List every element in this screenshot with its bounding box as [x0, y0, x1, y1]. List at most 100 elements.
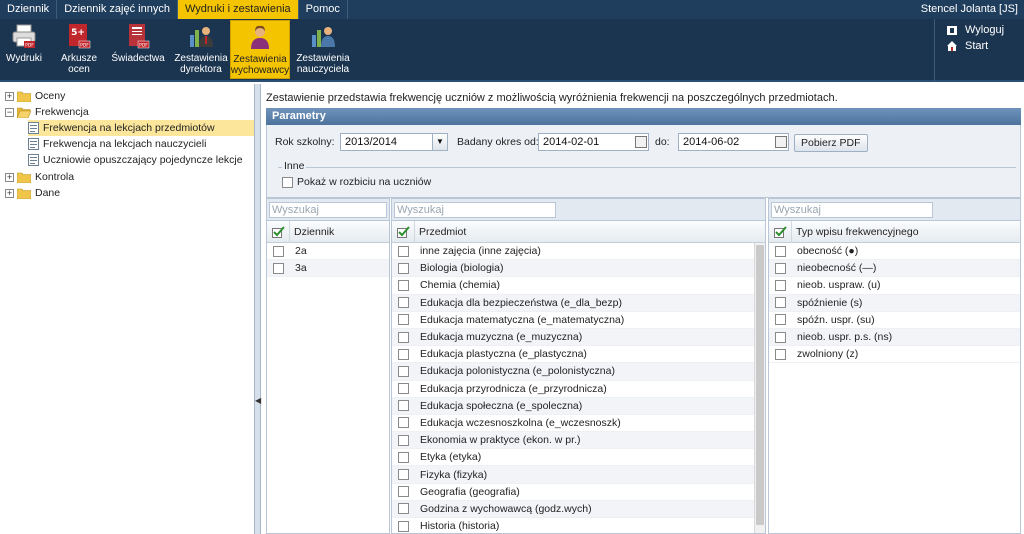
typ-column-header[interactable]: Typ wpisu frekwencyjnego — [791, 220, 919, 243]
select-all-checkbox[interactable] — [392, 225, 414, 238]
przedmiot-column-header[interactable]: Przedmiot — [414, 220, 466, 243]
row-checkbox[interactable] — [397, 486, 409, 498]
rok-szkolny-select[interactable]: 2013/2014 ▼ — [340, 133, 448, 151]
panel-splitter[interactable]: ◀ — [255, 84, 261, 534]
expand-icon[interactable]: + — [5, 188, 14, 198]
select-all-checkbox[interactable] — [267, 225, 289, 238]
wydruki-button[interactable]: PDF Wydruki — [3, 20, 45, 79]
table-row[interactable]: nieob. uspraw. (u) — [769, 277, 1020, 295]
table-row[interactable]: Fizyka (fizyka) — [392, 466, 754, 484]
date-from-input[interactable]: 2014-02-01 — [538, 133, 649, 151]
row-checkbox[interactable] — [397, 297, 409, 309]
tree-node-kontrola[interactable]: + Kontrola — [5, 169, 74, 185]
collapse-icon[interactable]: − — [5, 107, 14, 117]
table-row[interactable]: Geografia (geografia) — [392, 484, 754, 501]
row-checkbox[interactable] — [397, 503, 409, 515]
collapse-arrow-icon[interactable]: ◀ — [255, 396, 261, 405]
tab-wydruki-i-zestawienia[interactable]: Wydruki i zestawienia — [177, 0, 299, 19]
date-to-input[interactable]: 2014-06-02 — [678, 133, 789, 151]
arkusze-ocen-button[interactable]: 5+ PDF Arkusze ocen — [60, 20, 98, 79]
row-checkbox[interactable] — [272, 245, 284, 257]
table-row[interactable]: nieobecność (—) — [769, 260, 1020, 278]
row-checkbox[interactable] — [397, 262, 409, 274]
row-checkbox[interactable] — [774, 348, 786, 360]
table-row[interactable]: Edukacja przyrodnicza (e_przyrodnicza) — [392, 381, 754, 398]
table-row[interactable]: nieob. uspr. p.s. (ns) — [769, 328, 1020, 347]
row-checkbox[interactable] — [397, 520, 409, 532]
row-checkbox[interactable] — [774, 245, 786, 257]
table-row[interactable]: Edukacja społeczna (e_spoleczna) — [392, 397, 754, 415]
row-checkbox[interactable] — [397, 245, 409, 257]
calendar-icon[interactable] — [635, 136, 647, 148]
table-row[interactable]: Biologia (biologia) — [392, 260, 754, 278]
table-row[interactable]: zwolniony (z) — [769, 346, 1020, 364]
row-checkbox[interactable] — [774, 262, 786, 274]
table-row[interactable]: 2a — [267, 243, 389, 261]
dziennik-column-header[interactable]: Dziennik — [289, 220, 334, 243]
przedmiot-search-input[interactable]: Wyszukaj — [394, 202, 556, 218]
tree-node-oceny[interactable]: + Oceny — [5, 88, 65, 104]
row-checkbox[interactable] — [397, 400, 409, 412]
scrollbar-thumb[interactable] — [756, 245, 764, 525]
table-row[interactable]: Edukacja muzyczna (e_muzyczna) — [392, 328, 754, 347]
tree-item-frekwencja-nauczycieli[interactable]: Frekwencja na lekcjach nauczycieli — [28, 136, 206, 152]
chevron-down-icon[interactable]: ▼ — [432, 134, 447, 150]
table-row[interactable]: spóźn. uspr. (su) — [769, 312, 1020, 329]
svg-text:5+: 5+ — [71, 28, 85, 38]
row-checkbox[interactable] — [397, 279, 409, 291]
row-checkbox[interactable] — [397, 451, 409, 463]
table-row[interactable]: Edukacja polonistyczna (e_polonistyczna) — [392, 363, 754, 381]
przedmiot-scrollbar[interactable] — [754, 243, 765, 533]
table-row[interactable]: Edukacja dla bezpieczeństwa (e_dla_bezp) — [392, 294, 754, 312]
table-row[interactable]: Edukacja matematyczna (e_matematyczna) — [392, 312, 754, 329]
tree-node-frekwencja[interactable]: − Frekwencja — [5, 104, 89, 120]
dziennik-search-input[interactable]: Wyszukaj — [269, 202, 387, 218]
table-row[interactable]: Etyka (etyka) — [392, 449, 754, 467]
row-checkbox[interactable] — [272, 262, 284, 274]
row-checkbox[interactable] — [397, 331, 409, 343]
row-checkbox[interactable] — [397, 383, 409, 395]
row-checkbox[interactable] — [397, 417, 409, 429]
table-row[interactable]: spóźnienie (s) — [769, 294, 1020, 312]
row-checkbox[interactable] — [774, 314, 786, 326]
row-checkbox[interactable] — [774, 279, 786, 291]
table-row[interactable]: Historia (historia) — [392, 518, 754, 533]
tree-node-dane[interactable]: + Dane — [5, 185, 60, 201]
swiadectwa-button[interactable]: PDF Świadectwa — [111, 20, 165, 79]
select-all-checkbox[interactable] — [769, 225, 791, 238]
calendar-icon[interactable] — [775, 136, 787, 148]
row-checkbox-cell — [392, 314, 414, 326]
pokaz-w-rozbiciu-option[interactable]: Pokaż w rozbiciu na uczniów — [282, 176, 431, 188]
expand-icon[interactable]: + — [5, 172, 14, 182]
zestawienia-wychowawcy-button[interactable]: Zestawienia wychowawcy — [230, 20, 290, 79]
tab-dziennik-zajec-innych[interactable]: Dziennik zajęć innych — [57, 0, 178, 19]
expand-icon[interactable]: + — [5, 91, 14, 101]
table-row[interactable]: 3a — [267, 260, 389, 278]
tab-pomoc[interactable]: Pomoc — [299, 0, 348, 19]
tree-item-frekwencja-przedmiotow[interactable]: Frekwencja na lekcjach przedmiotów — [28, 120, 254, 136]
start-link[interactable]: Start — [946, 38, 1024, 54]
typ-search-input[interactable]: Wyszukaj — [771, 202, 933, 218]
zestawienia-dyrektora-button[interactable]: Zestawienia dyrektora — [174, 20, 228, 79]
row-checkbox[interactable] — [397, 469, 409, 481]
table-row[interactable]: Godzina z wychowawcą (godz.wych) — [392, 500, 754, 518]
logout-link[interactable]: Wyloguj — [946, 22, 1024, 38]
table-row[interactable]: Edukacja plastyczna (e_plastyczna) — [392, 346, 754, 364]
table-row[interactable]: obecność (●) — [769, 243, 1020, 261]
tab-dziennik[interactable]: Dziennik — [0, 0, 58, 19]
table-row[interactable]: Chemia (chemia) — [392, 277, 754, 295]
pokaz-checkbox[interactable] — [282, 176, 293, 188]
table-row[interactable]: inne zajęcia (inne zajęcia) — [392, 243, 754, 261]
tree-item-uczniowie-opuszczajacy[interactable]: Uczniowie opuszczający pojedyncze lekcje — [28, 152, 243, 168]
zestawienia-nauczyciela-button[interactable]: Zestawienia nauczyciela — [296, 20, 350, 79]
pobierz-pdf-button[interactable]: Pobierz PDF — [794, 134, 868, 152]
table-row[interactable]: Ekonomia w praktyce (ekon. w pr.) — [392, 432, 754, 450]
row-checkbox[interactable] — [397, 434, 409, 446]
row-checkbox[interactable] — [397, 348, 409, 360]
row-checkbox[interactable] — [774, 331, 786, 343]
teacher-chart-icon — [309, 22, 337, 50]
table-row[interactable]: Edukacja wczesnoszkolna (e_wczesnoszk) — [392, 415, 754, 433]
row-checkbox[interactable] — [397, 365, 409, 377]
row-checkbox[interactable] — [774, 297, 786, 309]
row-checkbox[interactable] — [397, 314, 409, 326]
